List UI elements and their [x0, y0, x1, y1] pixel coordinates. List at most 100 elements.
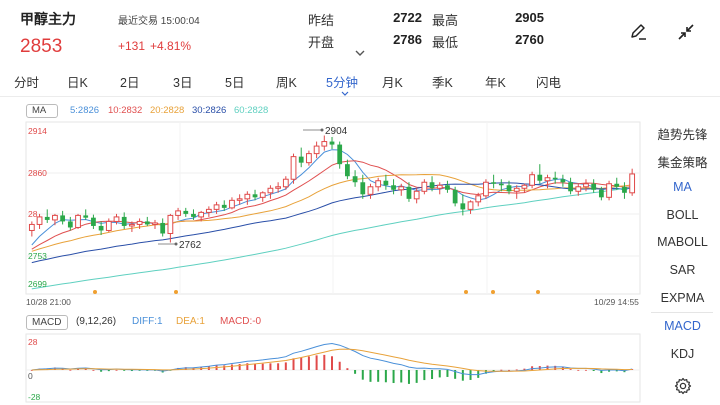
candle-body	[213, 204, 220, 210]
candle-body	[105, 220, 112, 231]
candle-body	[191, 213, 196, 217]
event-dot	[491, 290, 495, 294]
candle-body	[167, 214, 174, 234]
macd-histogram-bar	[377, 370, 380, 382]
side-item-sar[interactable]: SAR	[645, 263, 720, 277]
macd-histogram-bar	[323, 354, 326, 370]
yaxis-label-mid: 2860	[28, 168, 47, 178]
macd-histogram-bar	[569, 369, 572, 370]
candle-body	[252, 194, 258, 198]
candle-body	[413, 190, 420, 200]
candle-body	[544, 177, 551, 182]
macd-histogram-bar	[407, 370, 410, 384]
macd-histogram-bar	[592, 370, 595, 372]
macd-axis-top: 28	[28, 337, 38, 347]
event-dot	[464, 290, 468, 294]
side-item-ma[interactable]: MA	[645, 180, 720, 194]
macd-histogram-bar	[69, 369, 72, 371]
candle-body	[498, 183, 504, 186]
macd-histogram-bar	[115, 369, 118, 371]
candle-body	[221, 204, 227, 208]
candle-body	[506, 185, 512, 192]
side-item-kdj[interactable]: KDJ	[645, 347, 720, 361]
candle-body	[398, 186, 405, 191]
collapse-arrows-icon[interactable]	[676, 22, 696, 42]
candle-body	[83, 215, 89, 218]
candle-body	[136, 220, 143, 225]
event-dot	[174, 290, 178, 294]
macd-histogram-bar	[223, 365, 226, 370]
macd-histogram-bar	[438, 370, 441, 378]
candle-body	[591, 183, 597, 190]
macd-histogram-bar	[415, 370, 418, 383]
candle-body	[67, 221, 73, 228]
candle-body	[198, 211, 205, 218]
macd-histogram-bar	[346, 368, 349, 370]
macd-histogram-bar	[300, 357, 303, 370]
candle-body	[321, 141, 328, 147]
candle-body	[259, 192, 266, 198]
side-item-boll[interactable]: BOLL	[645, 208, 720, 222]
side-item-expma[interactable]: EXPMA	[645, 291, 720, 305]
candle-body	[36, 216, 43, 225]
side-item-macd[interactable]: MACD	[645, 319, 720, 333]
candle-body	[406, 186, 412, 199]
macd-histogram-bar	[354, 370, 357, 374]
candle-body	[598, 189, 604, 198]
candle-body	[552, 177, 558, 180]
candle-body	[205, 208, 212, 213]
kline-chart[interactable]: 2914 2860 28 2753 2699 2904 2762 10/28 2…	[0, 0, 645, 405]
candle-body	[529, 174, 535, 186]
macd-axis-bottom: -28	[28, 392, 41, 402]
side-item-trend[interactable]: 趋势先锋	[645, 124, 720, 143]
side-item-maboll[interactable]: MABOLL	[645, 235, 720, 249]
macd-histogram-bar	[369, 370, 372, 382]
event-dot	[93, 290, 97, 294]
candle-body	[75, 214, 81, 228]
macd-histogram-bar	[92, 369, 95, 371]
yaxis-label-lowest: 2699	[28, 279, 47, 289]
candle-body	[629, 173, 636, 194]
macd-histogram-bar	[123, 370, 126, 371]
macd-histogram-bar	[307, 356, 310, 370]
macd-histogram-bar	[515, 369, 518, 371]
candle-body	[475, 195, 482, 203]
yaxis-label-side: 28	[28, 209, 38, 219]
candle-body	[568, 182, 573, 192]
macd-histogram-bar	[361, 370, 364, 380]
candle-body	[337, 144, 343, 165]
macd-histogram-bar	[446, 370, 449, 377]
ma5-line	[31, 149, 633, 246]
macd-axis-mid: 0	[28, 371, 33, 381]
candle-body	[429, 182, 435, 189]
candle-body	[129, 223, 135, 227]
candle-body	[175, 210, 181, 216]
low-annotation: 2762	[179, 240, 202, 251]
macd-histogram-bar	[238, 363, 241, 370]
candle-body	[367, 186, 374, 195]
macd-indicator-button[interactable]: MACD	[26, 315, 68, 330]
candle-body	[491, 182, 497, 184]
macd-params: (9,12,26)	[76, 316, 117, 327]
side-separator	[651, 312, 713, 313]
macd-histogram-bar	[107, 370, 110, 372]
macd-dea: DEA:1	[176, 316, 205, 327]
macd-histogram-bar	[384, 370, 387, 383]
macd-histogram-bar	[284, 362, 287, 370]
candle-body	[460, 203, 466, 210]
candle-body	[606, 183, 612, 198]
macd-histogram-bar	[461, 370, 464, 381]
candle-body	[352, 176, 358, 183]
candle-body	[244, 193, 251, 200]
candle-body	[44, 216, 50, 220]
candle-body	[152, 222, 158, 225]
side-item-strategy[interactable]: 集金策略	[645, 152, 720, 171]
candle-body	[290, 156, 297, 180]
candle-body	[436, 184, 443, 189]
macd-histogram-bar	[269, 363, 272, 370]
gear-icon[interactable]	[645, 377, 720, 398]
candle-body	[391, 185, 396, 190]
high-annotation: 2904	[325, 126, 348, 137]
macd-histogram-bar	[392, 370, 395, 384]
macd-value: MACD:-0	[220, 316, 262, 327]
